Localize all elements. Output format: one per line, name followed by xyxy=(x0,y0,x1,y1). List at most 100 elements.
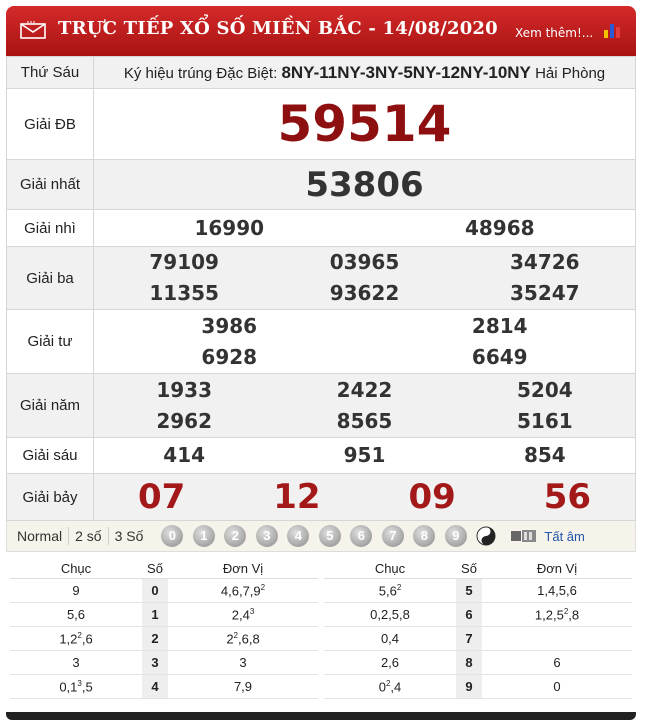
mail-icon xyxy=(20,21,46,39)
so-cell: 1 xyxy=(142,602,168,627)
col-header-so: Số xyxy=(142,558,168,579)
don-vi-cell xyxy=(482,626,632,651)
table-row: 3 3 3 xyxy=(10,650,318,675)
don-vi-cell: 6 xyxy=(482,650,632,675)
digit-ball[interactable]: 3 xyxy=(255,525,278,547)
prize-row-seventh: Giải bảy 07 12 09 56 xyxy=(6,473,636,521)
so-cell: 9 xyxy=(456,674,482,699)
province: Hải Phòng xyxy=(535,64,606,82)
table-row: 5,6 1 2,43 xyxy=(10,602,318,627)
table-row: 02,4 9 0 xyxy=(324,674,632,699)
prize-row-third: Giải ba 79109 03965 34726 11355 93622 35… xyxy=(6,246,636,310)
table-row: 0,2,5,8 6 1,2,52,8 xyxy=(324,602,632,627)
chuc-cell: 2,6 xyxy=(324,650,456,675)
digit-ball[interactable]: 1 xyxy=(192,525,215,547)
info-row: Thứ Sáu Ký hiệu trúng Đặc Biệt: 8NY-11NY… xyxy=(6,56,636,89)
prize-number: 03965 xyxy=(329,250,400,274)
don-vi-cell: 7,9 xyxy=(168,674,318,699)
prize-label: Giải nhất xyxy=(6,159,94,210)
prize-number: 2422 xyxy=(336,377,393,402)
filter-normal[interactable]: Normal xyxy=(7,527,70,545)
don-vi-cell: 3 xyxy=(168,650,318,675)
tat-am-toggle[interactable]: Tất âm xyxy=(510,528,585,544)
prize-number: 951 xyxy=(343,443,386,467)
prize-number: 414 xyxy=(163,443,206,467)
prize-number: 34726 xyxy=(510,250,580,274)
so-cell: 0 xyxy=(142,578,168,603)
don-vi-cell: 4,6,7,92 xyxy=(168,578,318,603)
footer-bar xyxy=(6,712,636,720)
results-table: Thứ Sáu Ký hiệu trúng Đặc Biệt: 8NY-11NY… xyxy=(6,56,636,521)
digit-ball[interactable]: 9 xyxy=(444,525,467,547)
prize-label: Giải sáu xyxy=(6,437,94,474)
prize-row-fourth: Giải tư 3986 2814 6928 6649 xyxy=(6,309,636,374)
filter-bar: Normal 2 số 3 Số 0 1 2 3 4 5 6 7 8 9 Tất… xyxy=(6,521,636,552)
digit-ball[interactable]: 6 xyxy=(350,525,373,547)
special-code-label: Ký hiệu trúng Đặc Biệt: xyxy=(123,64,278,82)
digit-ball[interactable]: 2 xyxy=(224,525,247,547)
bar-chart-icon[interactable] xyxy=(602,21,624,39)
digit-ball[interactable]: 7 xyxy=(381,525,404,547)
chuc-cell: 9 xyxy=(10,578,142,603)
prize-label: Giải bảy xyxy=(6,473,94,521)
col-header-don-vi: Đơn Vị xyxy=(482,558,632,579)
so-cell: 8 xyxy=(456,650,482,675)
see-more-link[interactable]: Xem thêm!... xyxy=(515,26,593,40)
yin-yang-icon[interactable] xyxy=(476,526,496,546)
prize-number: 07 xyxy=(137,477,186,517)
prize-label: Giải ĐB xyxy=(6,88,94,160)
chuc-cell: 5,62 xyxy=(324,578,456,603)
prize-number: 1933 xyxy=(156,377,212,402)
prize-label: Giải ba xyxy=(6,246,94,310)
loto-table-right: Chục Số Đơn Vị 5,62 5 1,4,5,6 0,2,5,8 6 … xyxy=(324,558,632,699)
don-vi-cell: 22,6,8 xyxy=(168,626,318,651)
header-bar: TRỰC TIẾP XỔ SỐ MIỀN BẮC - 14/08/2020 Xe… xyxy=(6,6,636,56)
prize-number: 16990 xyxy=(194,215,265,240)
loto-header-row: Chục Số Đơn Vị xyxy=(10,558,318,579)
prize-label: Giải nhì xyxy=(6,209,94,247)
prize-number: 6649 xyxy=(471,344,528,369)
loto-tables: Chục Số Đơn Vị 9 0 4,6,7,92 5,6 1 2,43 1… xyxy=(10,558,632,699)
digit-ball[interactable]: 4 xyxy=(287,525,310,547)
don-vi-cell: 1,4,5,6 xyxy=(482,578,632,603)
chuc-cell: 02,4 xyxy=(324,674,456,699)
prize-number: 6928 xyxy=(201,344,258,369)
table-row: 0,4 7 xyxy=(324,626,632,651)
digit-ball[interactable]: 5 xyxy=(318,525,341,547)
chuc-cell: 0,2,5,8 xyxy=(324,602,456,627)
table-row: 5,62 5 1,4,5,6 xyxy=(324,578,632,603)
first-prize-number: 53806 xyxy=(93,159,636,210)
special-codes: 8NY-11NY-3NY-5NY-12NY-10NY xyxy=(281,62,531,82)
prize-label: Giải năm xyxy=(6,373,94,438)
prize-row-db: Giải ĐB 59514 xyxy=(6,88,636,160)
prize-row-fifth: Giải năm 1933 2422 5204 2962 8565 5161 xyxy=(6,373,636,438)
speaker-icon xyxy=(511,530,537,542)
chuc-cell: 0,4 xyxy=(324,626,456,651)
prize-row-first: Giải nhất 53806 xyxy=(6,159,636,210)
prize-number: 48968 xyxy=(464,215,535,240)
chuc-cell: 0,13,5 xyxy=(10,674,142,699)
digit-ball[interactable]: 0 xyxy=(161,525,184,547)
so-cell: 4 xyxy=(142,674,168,699)
prize-row-second: Giải nhì 16990 48968 xyxy=(6,209,636,247)
col-header-chuc: Chục xyxy=(324,558,456,579)
day-label: Thứ Sáu xyxy=(6,56,94,89)
chuc-cell: 1,22,6 xyxy=(10,626,142,651)
prize-label: Giải tư xyxy=(6,309,94,374)
table-row: 0,13,5 4 7,9 xyxy=(10,674,318,699)
don-vi-cell: 1,2,52,8 xyxy=(482,602,632,627)
results-panel: TRỰC TIẾP XỔ SỐ MIỀN BẮC - 14/08/2020 Xe… xyxy=(6,6,636,699)
filter-3-digits[interactable]: 3 Số xyxy=(109,527,150,545)
filter-2-digits[interactable]: 2 số xyxy=(69,527,109,545)
prize-number: 2962 xyxy=(156,408,212,433)
special-code-cell: Ký hiệu trúng Đặc Biệt: 8NY-11NY-3NY-5NY… xyxy=(93,56,636,89)
so-cell: 2 xyxy=(142,626,168,651)
prize-number: 2814 xyxy=(471,313,528,338)
prize-number: 93622 xyxy=(329,281,400,305)
digit-ball[interactable]: 8 xyxy=(413,525,436,547)
prize-number: 854 xyxy=(523,443,566,467)
prize-number: 56 xyxy=(543,477,592,517)
loto-header-row: Chục Số Đơn Vị xyxy=(324,558,632,579)
prize-number: 8565 xyxy=(336,408,393,433)
chuc-cell: 5,6 xyxy=(10,602,142,627)
